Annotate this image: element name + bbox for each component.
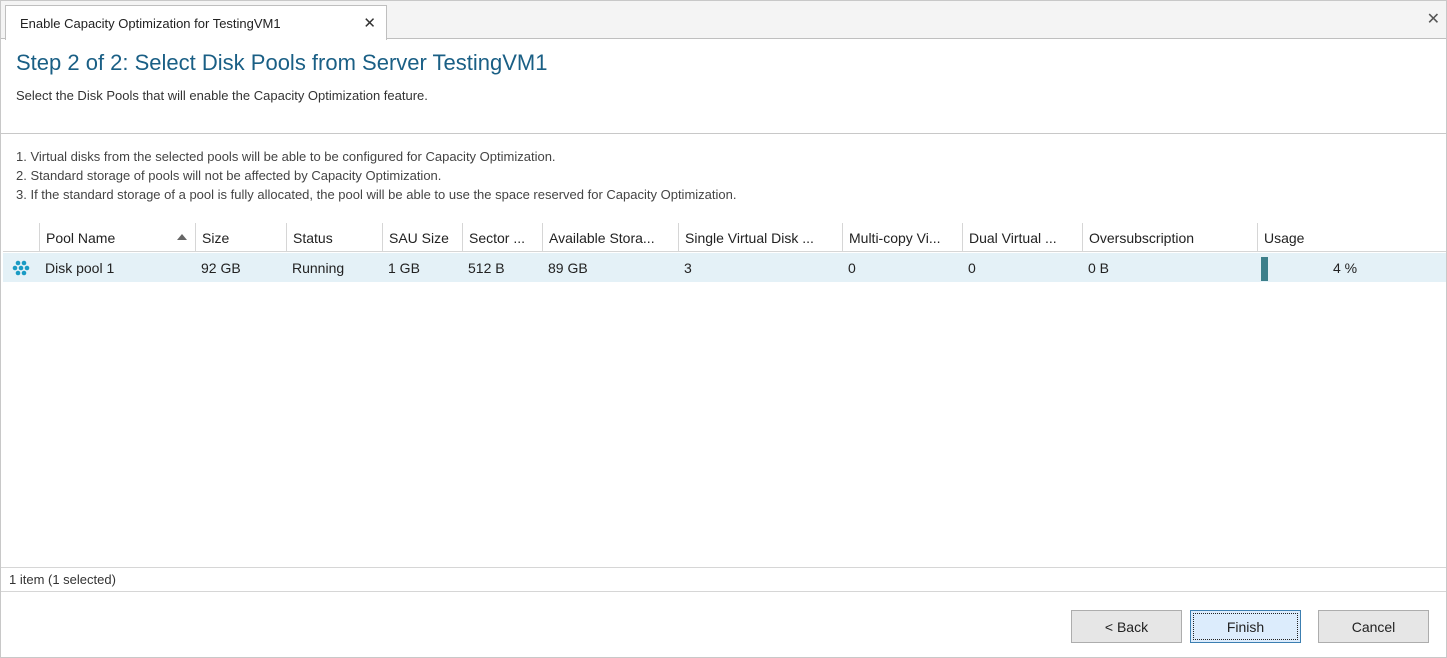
finish-button[interactable]: Finish (1190, 610, 1301, 643)
column-header-sector[interactable]: Sector ... (462, 223, 542, 252)
column-label: Usage (1264, 229, 1305, 246)
tab-strip: Enable Capacity Optimization for Testing… (1, 1, 1446, 40)
item-count: 1 item (1 selected) (9, 572, 116, 587)
column-header-multi-copy[interactable]: Multi-copy Vi... (842, 223, 962, 252)
disk-pools-grid: Pool Name Size Status SAU Size Sector ..… (3, 223, 1446, 567)
close-icon[interactable]: ✕ (363, 14, 376, 32)
column-label: Multi-copy Vi... (849, 229, 941, 246)
column-header-size[interactable]: Size (195, 223, 286, 252)
tab-enable-capacity-optimization[interactable]: Enable Capacity Optimization for Testing… (5, 5, 387, 40)
column-header-usage[interactable]: Usage (1257, 223, 1446, 252)
column-header-sau-size[interactable]: SAU Size (382, 223, 462, 252)
cell-sau-size: 1 GB (388, 259, 420, 276)
tab-title: Enable Capacity Optimization for Testing… (20, 15, 281, 31)
cancel-button[interactable]: Cancel (1318, 610, 1429, 643)
table-row[interactable]: Disk pool 1 92 GB Running 1 GB 512 B 89 … (3, 253, 1446, 282)
column-label: SAU Size (389, 229, 449, 246)
cell-pool-name: Disk pool 1 (45, 259, 115, 276)
note-item: 3. If the standard storage of a pool is … (16, 187, 737, 202)
cell-available-storage: 89 GB (548, 259, 588, 276)
column-header-pool-name[interactable]: Pool Name (39, 223, 195, 252)
disk-pool-icon (12, 260, 30, 276)
column-label: Dual Virtual ... (969, 229, 1057, 246)
column-header-dual-virtual[interactable]: Dual Virtual ... (962, 223, 1082, 252)
column-header-single-virtual-disk[interactable]: Single Virtual Disk ... (678, 223, 842, 252)
column-label: Sector ... (469, 229, 526, 246)
column-label: Pool Name (46, 229, 116, 246)
notes-list: 1. Virtual disks from the selected pools… (16, 147, 736, 204)
usage-bar (1261, 257, 1268, 281)
back-button[interactable]: < Back (1071, 610, 1182, 643)
column-label: Oversubscription (1089, 229, 1195, 246)
sort-ascending-icon (177, 234, 187, 240)
column-label: Single Virtual Disk ... (685, 229, 814, 246)
page-subtitle: Select the Disk Pools that will enable t… (16, 88, 428, 103)
status-bar: 1 item (1 selected) (1, 567, 1446, 592)
note-item: 2. Standard storage of pools will not be… (16, 168, 442, 183)
cell-sector: 512 B (468, 259, 505, 276)
grid-header: Pool Name Size Status SAU Size Sector ..… (3, 223, 1446, 252)
column-header-available-storage[interactable]: Available Stora... (542, 223, 678, 252)
cell-multi-copy: 0 (848, 259, 856, 276)
column-label: Status (293, 229, 333, 246)
column-header-oversubscription[interactable]: Oversubscription (1082, 223, 1257, 252)
note-item: 1. Virtual disks from the selected pools… (16, 149, 556, 164)
wizard-header: Step 2 of 2: Select Disk Pools from Serv… (1, 39, 1446, 134)
cell-dual-virtual: 0 (968, 259, 976, 276)
cell-size: 92 GB (201, 259, 241, 276)
page-title: Step 2 of 2: Select Disk Pools from Serv… (16, 50, 548, 75)
window-close-icon[interactable]: ✕ (1427, 9, 1440, 29)
column-header-status[interactable]: Status (286, 223, 382, 252)
cell-oversubscription: 0 B (1088, 259, 1110, 276)
column-label: Size (202, 229, 230, 246)
cell-single-virtual-disk: 3 (684, 259, 692, 276)
cell-usage: 4 % (1333, 259, 1358, 276)
wizard-window: Enable Capacity Optimization for Testing… (0, 0, 1447, 658)
cell-status: Running (292, 259, 345, 276)
column-label: Available Stora... (549, 229, 655, 246)
